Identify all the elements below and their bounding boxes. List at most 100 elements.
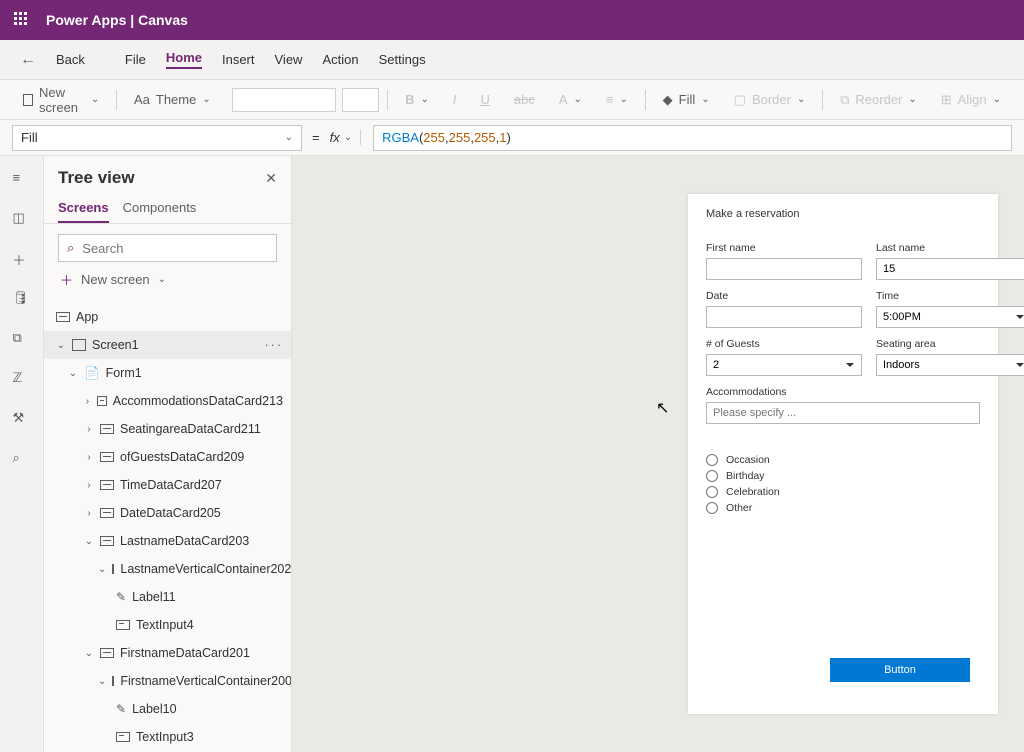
card-icon	[100, 536, 114, 546]
form-heading: Make a reservation	[706, 208, 980, 220]
left-rail: ≡ ◫ ＋ 🛢 ⧉ ℤ ⚒ ⌕	[0, 156, 44, 752]
tree-card[interactable]: ›DateDataCard205	[44, 499, 291, 527]
new-screen-button[interactable]: New screen⌄	[14, 80, 108, 120]
canvas[interactable]: ↖ Make a reservation First name Last nam…	[292, 156, 1024, 752]
align-icon: ⊞	[941, 92, 952, 108]
theme-icon: Aа	[134, 92, 150, 107]
font-size-input[interactable]	[342, 88, 380, 112]
card-icon	[100, 508, 114, 518]
app-launcher-icon[interactable]	[14, 12, 30, 28]
screen-icon	[72, 339, 86, 351]
input-firstname[interactable]	[706, 258, 862, 280]
search-icon[interactable]: ⌕	[13, 450, 31, 468]
label-date: Date	[706, 290, 862, 302]
submit-button[interactable]: Button	[830, 658, 970, 682]
tree-app[interactable]: App	[44, 303, 291, 331]
advanced-tools-icon[interactable]: ⚒	[13, 410, 31, 428]
card-icon	[100, 452, 114, 462]
tree-textinput3[interactable]: TextInput3	[44, 723, 291, 751]
bold-button[interactable]: B⌄	[396, 87, 438, 112]
italic-button[interactable]: I	[444, 87, 466, 112]
card-icon	[97, 396, 107, 406]
fill-button[interactable]: ◆Fill⌄	[654, 87, 719, 113]
container-icon	[112, 676, 114, 686]
select-time[interactable]	[876, 306, 1024, 328]
border-button[interactable]: ▢Border⌄	[725, 87, 815, 113]
menu-home[interactable]: Home	[166, 50, 202, 69]
menu-insert[interactable]: Insert	[222, 52, 255, 67]
media-icon[interactable]: ⧉	[13, 330, 31, 348]
tree-label10[interactable]: ✎Label10	[44, 695, 291, 723]
select-seating[interactable]	[876, 354, 1024, 376]
tree: App ⌄Screen1··· ⌄📄Form1 ›AccommodationsD…	[44, 303, 291, 752]
reorder-button[interactable]: ⧉Reorder⌄	[831, 87, 926, 113]
radio-occasion[interactable]: Occasion	[706, 454, 980, 466]
textinput-icon	[116, 620, 130, 630]
input-accommodations[interactable]	[706, 402, 980, 424]
menu-view[interactable]: View	[275, 52, 303, 67]
container-icon	[112, 564, 114, 574]
radio-other[interactable]: Other	[706, 502, 980, 514]
hamburger-icon[interactable]: ≡	[13, 170, 31, 188]
align-text-button[interactable]: ≡⌄	[597, 87, 637, 112]
tab-components[interactable]: Components	[123, 194, 197, 223]
tree-firstname-card[interactable]: ⌄FirstnameDataCard201	[44, 639, 291, 667]
strike-button[interactable]: abc	[505, 87, 544, 112]
menu-settings[interactable]: Settings	[379, 52, 426, 67]
label-seating: Seating area	[876, 338, 1024, 350]
insert-icon[interactable]: ＋	[13, 250, 31, 268]
more-icon[interactable]: ···	[265, 338, 284, 352]
tree-card[interactable]: ›AccommodationsDataCard213	[44, 387, 291, 415]
card-icon	[100, 480, 114, 490]
underline-button[interactable]: U	[472, 87, 499, 112]
search-box[interactable]: ⌕	[58, 234, 277, 262]
card-icon	[100, 648, 114, 658]
radio-birthday[interactable]: Birthday	[706, 470, 980, 482]
new-screen-link[interactable]: ＋ New screen ⌄	[58, 262, 277, 297]
fx-button[interactable]: fx⌄	[330, 130, 362, 145]
font-select[interactable]	[232, 88, 336, 112]
textinput-icon	[116, 732, 130, 742]
search-input[interactable]	[82, 241, 268, 256]
data-icon[interactable]: 🛢	[13, 290, 31, 308]
menu-action[interactable]: Action	[322, 52, 358, 67]
formula-bar[interactable]: RGBA(255, 255, 255, 1)	[373, 125, 1012, 151]
screen-icon	[23, 94, 33, 106]
select-guests[interactable]	[706, 354, 862, 376]
menu-file[interactable]: File	[125, 52, 146, 67]
tree-card[interactable]: ›ofGuestsDataCard209	[44, 443, 291, 471]
property-select[interactable]: Fill⌄	[12, 125, 302, 151]
close-icon[interactable]: ✕	[265, 170, 277, 187]
tree-card[interactable]: ›SeatingareaDataCard211	[44, 415, 291, 443]
label-accommodations: Accommodations	[706, 386, 980, 398]
back-icon[interactable]: ←	[20, 51, 36, 69]
align-button[interactable]: ⊞Align⌄	[932, 87, 1010, 113]
tree-textinput4[interactable]: TextInput4	[44, 611, 291, 639]
tree-lastname-container[interactable]: ⌄LastnameVerticalContainer202	[44, 555, 291, 583]
tab-screens[interactable]: Screens	[58, 194, 109, 223]
menu-back[interactable]: Back	[56, 52, 85, 67]
tree-view-icon[interactable]: ◫	[13, 210, 31, 228]
tree-lastname-card[interactable]: ⌄LastnameDataCard203	[44, 527, 291, 555]
tree-view-panel: Tree view ✕ Screens Components ⌕ ＋ New s…	[44, 156, 292, 752]
plus-icon: ＋	[60, 270, 73, 289]
font-color-button[interactable]: A⌄	[550, 87, 591, 112]
tree-screen1[interactable]: ⌄Screen1···	[44, 331, 291, 359]
fill-icon: ◆	[663, 92, 673, 108]
app-title: Power Apps | Canvas	[46, 12, 188, 28]
border-icon: ▢	[734, 92, 746, 108]
variables-icon[interactable]: ℤ	[13, 370, 31, 388]
input-lastname[interactable]	[876, 258, 1024, 280]
form-icon: 📄	[84, 366, 100, 381]
tree-firstname-container[interactable]: ⌄FirstnameVerticalContainer200	[44, 667, 291, 695]
label-guests: # of Guests	[706, 338, 862, 350]
radio-celebration[interactable]: Celebration	[706, 486, 980, 498]
label-time: Time	[876, 290, 1024, 302]
tree-form1[interactable]: ⌄📄Form1	[44, 359, 291, 387]
tree-label11[interactable]: ✎Label11	[44, 583, 291, 611]
theme-button[interactable]: AаTheme⌄	[125, 87, 220, 112]
tree-card[interactable]: ›TimeDataCard207	[44, 471, 291, 499]
ribbon: New screen⌄ AаTheme⌄ B⌄ I U abc A⌄ ≡⌄ ◆F…	[0, 80, 1024, 120]
input-date[interactable]	[706, 306, 862, 328]
label-icon: ✎	[116, 702, 126, 716]
